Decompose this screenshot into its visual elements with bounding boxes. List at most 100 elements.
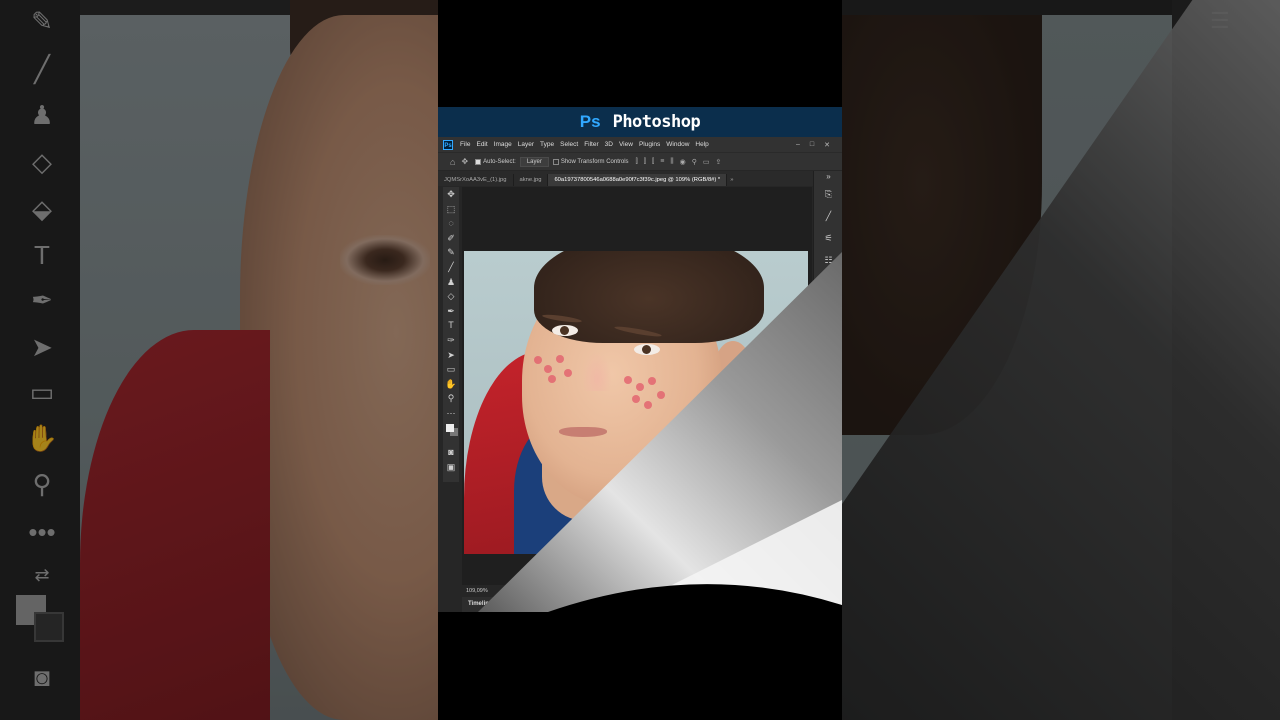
photo-nose [582,351,612,391]
libraries-icon[interactable]: ☷ [814,249,842,271]
rectangle-tool-icon[interactable]: ▭ [443,362,459,377]
align-left-icon[interactable]: ⫿ [633,158,641,166]
transform-controls-checkbox[interactable] [552,158,559,165]
acne-spot [632,395,640,403]
transform-controls-option[interactable]: Show Transform Controls [549,158,633,165]
acne-spot [534,356,542,364]
auto-select-dropdown[interactable]: Layer [519,156,549,167]
tools-panel: ✥ ⬚ ◌ ✐ ✎ ╱ ♟ ◇ ✒ T ✑ ➤ ▭ ✋ ⚲ ⋯ ◙ ▣ [443,187,459,482]
acne-spot [544,365,552,373]
menu-window[interactable]: Window [663,141,692,148]
acne-spot [636,383,644,391]
menu-plugins[interactable]: Plugins [636,141,663,148]
canvas-area[interactable] [462,187,812,585]
ps-app-icon: Ps [443,139,453,150]
acne-spot [657,391,665,399]
move-tool-preset-icon[interactable]: ✥ [458,157,471,166]
tabs-overflow-icon[interactable]: » [727,174,736,186]
auto-select-checkbox[interactable] [475,158,482,165]
zoom-level[interactable]: 109,09% [466,588,488,594]
timeline-label[interactable]: Timeline [468,601,492,607]
search-icon[interactable]: ⚲ [689,158,700,166]
video-frame: Ps Photoshop Ps File Edit Image Layer Ty… [438,0,842,720]
lasso-tool-icon[interactable]: ◌ [443,216,459,231]
acne-spot [556,355,564,363]
type-tool-icon[interactable]: T [443,318,459,333]
color-swatches[interactable] [443,421,459,436]
maximize-icon[interactable]: □ [810,141,814,149]
options-bar: ⌂ ✥ Auto-Select: Layer Show Transform Co… [438,152,842,170]
window-controls: – □ ✕ [796,141,842,149]
background-dim [0,0,438,720]
foreground-color-swatch[interactable] [446,423,454,432]
close-icon[interactable]: ✕ [824,141,830,149]
menu-bar: Ps File Edit Image Layer Type Select Fil… [438,137,842,152]
tab-document-2[interactable]: akne.jpg [513,174,549,186]
zoom-tool-icon[interactable]: ⚲ [443,391,459,406]
eraser-tool-icon[interactable]: ◇ [443,289,459,304]
menu-3d[interactable]: 3D [602,141,616,148]
photoshop-window: Ps File Edit Image Layer Type Select Fil… [438,137,842,612]
marquee-tool-icon[interactable]: ⬚ [443,202,459,217]
workspace-icon[interactable]: ▭ [700,158,713,166]
distribute-icon[interactable]: ≡ [657,158,667,165]
menu-select[interactable]: Select [557,141,581,148]
document-tabs: JQMSrXoAA3vE_(1).jpg akne.jpg 60a1973780… [438,171,813,186]
history-icon[interactable]: ⎘ [814,183,842,205]
quick-selection-tool-icon[interactable]: ✐ [443,231,459,246]
quick-mask-icon[interactable]: ◙ [443,445,459,460]
document-photo[interactable] [464,251,808,554]
menu-edit[interactable]: Edit [473,141,490,148]
more-align-icon[interactable]: ⫼ [667,158,676,166]
menu-filter[interactable]: Filter [581,141,601,148]
photo-right-eye [634,344,660,355]
align-center-icon[interactable]: ⫿ [641,158,649,166]
brush-settings-icon[interactable]: ╱ [814,205,842,227]
menu-help[interactable]: Help [692,141,711,148]
screen-mode-icon[interactable]: ▣ [443,460,459,475]
share-icon[interactable]: ⇪ [713,158,725,166]
menu-file[interactable]: File [457,141,473,148]
acne-spot [564,369,572,377]
timeline-panel: Timeline [462,597,812,612]
auto-select-label: Auto-Select: [483,158,516,165]
background-right-dim [842,0,1280,720]
direct-selection-tool-icon[interactable]: ➤ [443,348,459,363]
home-icon[interactable]: ⌂ [438,157,458,167]
status-bar: 109,09% [462,585,812,597]
menu-type[interactable]: Type [537,141,557,148]
acne-spot [648,377,656,385]
photoshop-banner: Ps Photoshop [438,107,842,137]
acne-spot [624,376,632,384]
3d-mode-icon[interactable]: ◉ [677,158,689,166]
eyedropper-tool-icon[interactable]: ✎ [443,245,459,260]
clone-stamp-tool-icon[interactable]: ♟ [443,275,459,290]
more-tools-icon[interactable]: ⋯ [443,406,459,421]
adjustments-icon[interactable]: ⚟ [814,227,842,249]
align-right-icon[interactable]: ⫿ [649,158,657,166]
transform-controls-label: Show Transform Controls [560,158,629,165]
banner-ps-mark: Ps [579,112,601,131]
photo-left-eye [552,325,578,336]
minimize-icon[interactable]: – [796,141,800,149]
pen-tool-icon[interactable]: ✒ [443,304,459,319]
collapse-panel-icon[interactable]: » [814,171,842,183]
background-right-blur: ☰ [842,0,1280,720]
right-panel-dock: » ⎘ ╱ ⚟ ☷ [813,171,842,612]
hand-tool-icon[interactable]: ✋ [443,377,459,392]
auto-select-option[interactable]: Auto-Select: [471,158,520,165]
path-selection-tool-icon[interactable]: ✑ [443,333,459,348]
move-tool-icon[interactable]: ✥ [443,187,459,202]
tab-document-active[interactable]: 60a19737800546a0688a0e90f7c3f39c.jpeg @ … [548,174,728,186]
acne-spot [548,375,556,383]
acne-spot [644,401,652,409]
brush-tool-icon[interactable]: ╱ [443,260,459,275]
menu-image[interactable]: Image [491,141,515,148]
menu-layer[interactable]: Layer [515,141,537,148]
menu-view[interactable]: View [616,141,636,148]
tab-document-1[interactable]: JQMSrXoAA3vE_(1).jpg [438,174,514,186]
photo-mouth [559,427,607,437]
banner-title: Photoshop [612,112,701,132]
background-left-blur: ✎ ╱ ♟ ◇ ⬙ T ✒ ➤ ▭ ✋ ⚲ ••• ⇄ ◙ [0,0,438,720]
